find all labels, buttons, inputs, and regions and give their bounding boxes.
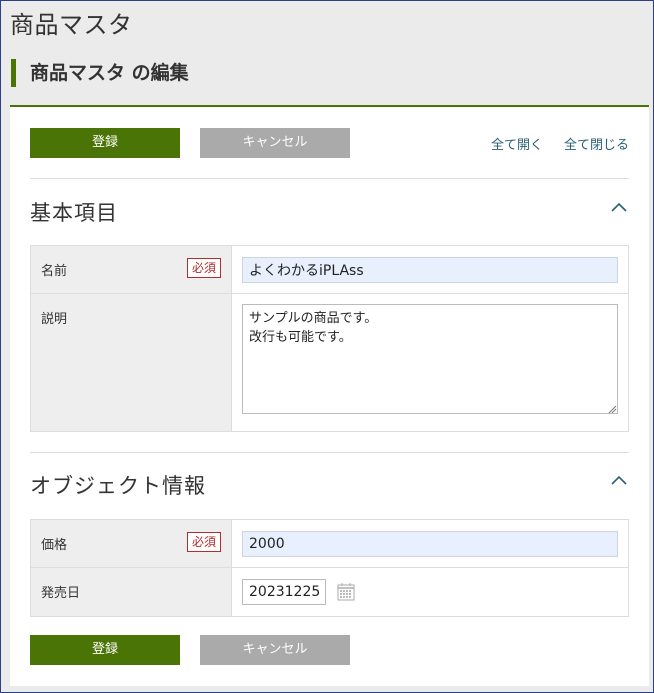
calendar-icon[interactable] — [336, 582, 356, 602]
page-title: 商品マスタ の編集 — [11, 59, 189, 87]
edit-form-panel: 登録 キャンセル 全て開く 全て閉じる 基本項目 名前 必須 説明 — [10, 107, 649, 686]
field-label-cell: 説明 — [31, 294, 232, 431]
app-title: 商品マスタ — [10, 11, 133, 39]
collapse-all-link[interactable]: 全て閉じる — [564, 134, 629, 153]
field-label-cell: 発売日 — [31, 568, 232, 616]
divider — [30, 452, 629, 453]
divider — [30, 178, 629, 179]
section-title-object: オブジェクト情報 — [30, 474, 206, 498]
resize-grip-icon[interactable] — [608, 405, 617, 414]
field-value-cell — [232, 520, 628, 567]
required-badge: 必須 — [186, 532, 221, 552]
expand-all-link[interactable]: 全て開く — [491, 134, 543, 153]
cancel-button-bottom[interactable]: キャンセル — [200, 635, 350, 665]
release-date-label: 発売日 — [41, 586, 81, 601]
chevron-up-icon[interactable] — [609, 198, 629, 218]
price-input[interactable] — [242, 531, 618, 557]
field-row-price: 価格 必須 — [31, 520, 628, 568]
field-row-description: 説明 サンプルの商品です。 改行も可能です。 — [31, 294, 628, 431]
required-badge: 必須 — [186, 258, 221, 278]
name-label: 名前 — [41, 264, 68, 279]
field-value-cell — [232, 246, 628, 293]
field-value-cell — [232, 568, 628, 616]
name-input[interactable] — [242, 257, 618, 283]
price-label: 価格 — [41, 538, 68, 553]
description-textarea[interactable]: サンプルの商品です。 改行も可能です。 — [242, 304, 618, 414]
basic-fields-table: 名前 必須 説明 サンプルの商品です。 改行も可能です。 — [30, 245, 629, 432]
cancel-button-top[interactable]: キャンセル — [200, 128, 350, 158]
release-date-input[interactable] — [242, 579, 326, 605]
save-button-top[interactable]: 登録 — [30, 128, 180, 158]
description-label: 説明 — [41, 312, 68, 327]
field-value-cell: サンプルの商品です。 改行も可能です。 — [232, 294, 628, 431]
chevron-up-icon[interactable] — [609, 471, 629, 491]
field-row-name: 名前 必須 — [31, 246, 628, 294]
field-label-cell: 名前 必須 — [31, 246, 232, 293]
field-row-release-date: 発売日 — [31, 568, 628, 616]
section-title-basic: 基本項目 — [30, 201, 118, 225]
save-button-bottom[interactable]: 登録 — [30, 635, 180, 665]
object-fields-table: 価格 必須 発売日 — [30, 519, 629, 617]
field-label-cell: 価格 必須 — [31, 520, 232, 567]
window-frame: 商品マスタ 商品マスタ の編集 登録 キャンセル 全て開く 全て閉じる 基本項目… — [0, 0, 654, 693]
